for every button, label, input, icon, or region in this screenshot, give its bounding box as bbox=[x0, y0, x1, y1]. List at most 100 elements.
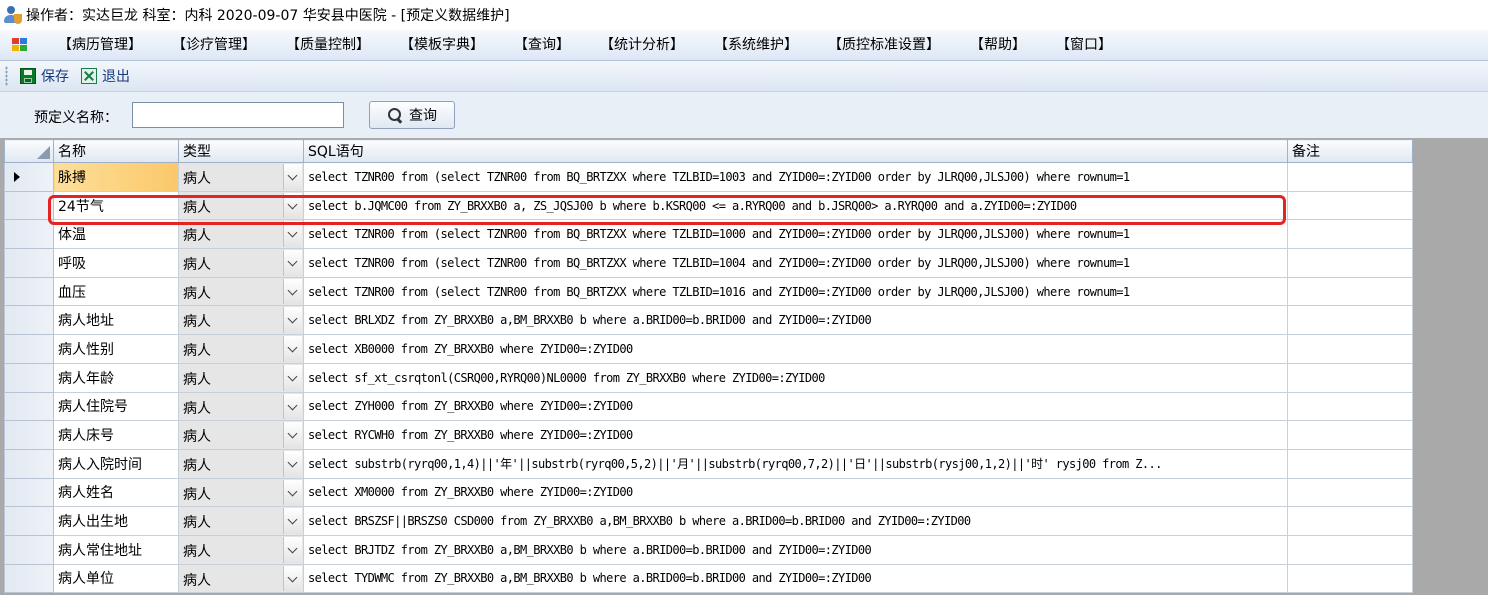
chevron-down-icon[interactable] bbox=[283, 565, 302, 592]
chevron-down-icon[interactable] bbox=[283, 422, 302, 448]
cell-type[interactable]: 病人 bbox=[178, 506, 304, 536]
chevron-down-icon[interactable] bbox=[283, 307, 302, 334]
table-row[interactable]: 病人住院号 病人 select ZYH000 from ZY_BRXXB0 wher… bbox=[4, 391, 1413, 422]
cell-name[interactable]: 病人年龄 bbox=[53, 362, 179, 393]
chevron-down-icon[interactable] bbox=[283, 536, 302, 563]
chevron-down-icon[interactable] bbox=[283, 364, 302, 391]
row-indicator[interactable] bbox=[4, 305, 54, 336]
table-row[interactable]: 病人地址 病人 select BRLXDZ from ZY_BRXXB0 a,BM_… bbox=[4, 305, 1413, 336]
row-indicator[interactable] bbox=[4, 534, 54, 565]
cell-note[interactable] bbox=[1287, 534, 1413, 565]
row-indicator[interactable] bbox=[4, 420, 54, 450]
row-indicator[interactable] bbox=[4, 362, 54, 393]
cell-type[interactable]: 病人 bbox=[178, 391, 304, 422]
cell-sql[interactable]: select TYDWMC from ZY_BRXXB0 a,BM_BRXXB0… bbox=[303, 563, 1288, 594]
cell-name[interactable]: 病人地址 bbox=[53, 305, 179, 336]
cell-sql[interactable]: select BRLXDZ from ZY_BRXXB0 a,BM_BRXXB0… bbox=[303, 305, 1288, 336]
cell-name[interactable]: 血压 bbox=[53, 276, 179, 307]
cell-type[interactable]: 病人 bbox=[178, 305, 304, 336]
table-row[interactable]: 脉搏 病人 select TZNR00 from (select TZNR00 fr… bbox=[4, 162, 1413, 192]
toolbar-grip[interactable] bbox=[5, 66, 8, 86]
cell-name[interactable]: 病人单位 bbox=[53, 563, 179, 594]
cell-name[interactable]: 病人住院号 bbox=[53, 391, 179, 422]
chevron-down-icon[interactable] bbox=[283, 393, 302, 420]
cell-sql[interactable]: select XM0000 from ZY_BRXXB0 where ZYID0… bbox=[303, 477, 1288, 508]
cell-sql[interactable]: select RYCWH0 from ZY_BRXXB0 where ZYID0… bbox=[303, 420, 1288, 450]
column-header-type[interactable]: 类型 bbox=[178, 139, 304, 163]
cell-note[interactable] bbox=[1287, 477, 1413, 508]
menu-window[interactable]: 【窗口】 bbox=[1048, 34, 1120, 56]
cell-sql[interactable]: select b.JQMC00 from ZY_BRXXB0 a, ZS_JQS… bbox=[303, 190, 1288, 221]
cell-name[interactable]: 脉搏 bbox=[53, 162, 179, 192]
table-row[interactable]: 病人床号 病人 select RYCWH0 from ZY_BRXXB0 where… bbox=[4, 420, 1413, 450]
menu-diagnosis[interactable]: 【诊疗管理】 bbox=[164, 34, 264, 56]
table-row[interactable]: 病人入院时间 病人 select substrb(ryrq00,1,4)||'年'|… bbox=[4, 448, 1413, 479]
cell-note[interactable] bbox=[1287, 391, 1413, 422]
exit-button[interactable]: 退出 bbox=[77, 64, 134, 88]
cell-name[interactable]: 病人性别 bbox=[53, 334, 179, 364]
cell-note[interactable] bbox=[1287, 420, 1413, 450]
cell-sql[interactable]: select substrb(ryrq00,1,4)||'年'||substrb… bbox=[303, 448, 1288, 479]
row-indicator[interactable] bbox=[4, 162, 54, 192]
row-indicator[interactable] bbox=[4, 506, 54, 536]
row-indicator[interactable] bbox=[4, 248, 54, 278]
cell-name[interactable]: 病人入院时间 bbox=[53, 448, 179, 479]
chevron-down-icon[interactable] bbox=[283, 192, 302, 219]
cell-note[interactable] bbox=[1287, 248, 1413, 278]
chevron-down-icon[interactable] bbox=[283, 336, 302, 362]
table-row[interactable]: 病人单位 病人 select TYDWMC from ZY_BRXXB0 a,BM_… bbox=[4, 563, 1413, 594]
cell-name[interactable]: 体温 bbox=[53, 219, 179, 250]
row-indicator[interactable] bbox=[4, 334, 54, 364]
row-indicator[interactable] bbox=[4, 190, 54, 221]
menu-qc-standard-settings[interactable]: 【质控标准设置】 bbox=[820, 34, 948, 56]
table-row[interactable]: 24节气 病人 select b.JQMC00 from ZY_BRXXB0 a, … bbox=[4, 190, 1413, 221]
chevron-down-icon[interactable] bbox=[283, 221, 302, 248]
menu-statistics[interactable]: 【统计分析】 bbox=[592, 34, 692, 56]
menu-system-maintenance[interactable]: 【系统维护】 bbox=[706, 34, 806, 56]
cell-type[interactable]: 病人 bbox=[178, 420, 304, 450]
row-indicator[interactable] bbox=[4, 563, 54, 594]
cell-name[interactable]: 病人常住地址 bbox=[53, 534, 179, 565]
cell-type[interactable]: 病人 bbox=[178, 563, 304, 594]
table-row[interactable]: 病人性别 病人 select XB0000 from ZY_BRXXB0 where… bbox=[4, 334, 1413, 364]
mdi-window-icon[interactable] bbox=[12, 38, 28, 52]
row-indicator[interactable] bbox=[4, 391, 54, 422]
cell-note[interactable] bbox=[1287, 190, 1413, 221]
cell-sql[interactable]: select BRJTDZ from ZY_BRXXB0 a,BM_BRXXB0… bbox=[303, 534, 1288, 565]
cell-name[interactable]: 呼吸 bbox=[53, 248, 179, 278]
cell-name[interactable]: 病人床号 bbox=[53, 420, 179, 450]
chevron-down-icon[interactable] bbox=[283, 164, 302, 190]
cell-note[interactable] bbox=[1287, 162, 1413, 192]
save-button[interactable]: 保存 bbox=[16, 64, 73, 88]
menu-template-dictionary[interactable]: 【模板字典】 bbox=[392, 34, 492, 56]
cell-type[interactable]: 病人 bbox=[178, 248, 304, 278]
cell-type[interactable]: 病人 bbox=[178, 362, 304, 393]
row-indicator[interactable] bbox=[4, 448, 54, 479]
cell-name[interactable]: 病人出生地 bbox=[53, 506, 179, 536]
cell-note[interactable] bbox=[1287, 219, 1413, 250]
predefined-name-input[interactable] bbox=[132, 102, 344, 128]
cell-type[interactable]: 病人 bbox=[178, 276, 304, 307]
row-indicator[interactable] bbox=[4, 276, 54, 307]
row-indicator[interactable] bbox=[4, 477, 54, 508]
table-row[interactable]: 病人常住地址 病人 select BRJTDZ from ZY_BRXXB0 a,B… bbox=[4, 534, 1413, 565]
row-indicator[interactable] bbox=[4, 219, 54, 250]
menu-medical-records[interactable]: 【病历管理】 bbox=[50, 34, 150, 56]
cell-type[interactable]: 病人 bbox=[178, 477, 304, 508]
cell-type[interactable]: 病人 bbox=[178, 334, 304, 364]
cell-type[interactable]: 病人 bbox=[178, 448, 304, 479]
select-all-corner[interactable] bbox=[4, 139, 54, 163]
chevron-down-icon[interactable] bbox=[283, 508, 302, 534]
cell-note[interactable] bbox=[1287, 276, 1413, 307]
column-header-note[interactable]: 备注 bbox=[1287, 139, 1413, 163]
cell-sql[interactable]: select TZNR00 from (select TZNR00 from B… bbox=[303, 219, 1288, 250]
chevron-down-icon[interactable] bbox=[283, 479, 302, 506]
cell-note[interactable] bbox=[1287, 305, 1413, 336]
table-row[interactable]: 血压 病人 select TZNR00 from (select TZNR00 fr… bbox=[4, 276, 1413, 307]
cell-sql[interactable]: select ZYH000 from ZY_BRXXB0 where ZYID0… bbox=[303, 391, 1288, 422]
cell-sql[interactable]: select TZNR00 from (select TZNR00 from B… bbox=[303, 248, 1288, 278]
cell-name[interactable]: 病人姓名 bbox=[53, 477, 179, 508]
chevron-down-icon[interactable] bbox=[283, 278, 302, 305]
cell-note[interactable] bbox=[1287, 334, 1413, 364]
menu-help[interactable]: 【帮助】 bbox=[962, 34, 1034, 56]
